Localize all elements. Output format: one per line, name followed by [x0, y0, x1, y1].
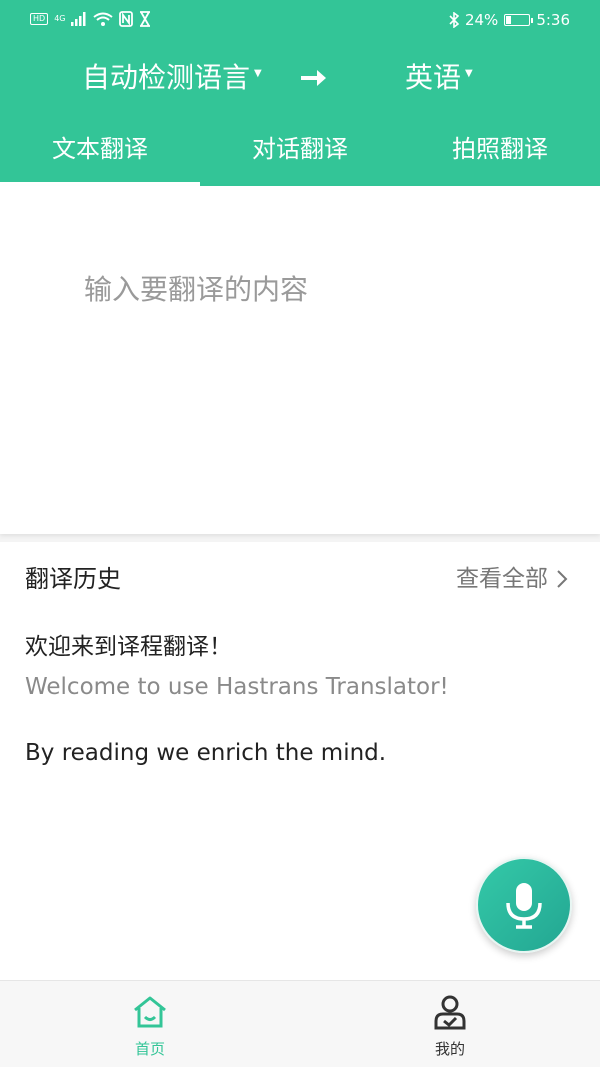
battery-percent: 24% — [464, 11, 499, 29]
nav-home[interactable]: 首页 — [0, 981, 300, 1067]
history-item-source: 欢迎来到译程翻译！ — [25, 634, 232, 660]
header: 自动检测语言 ▼ 英语 ▼ 文本翻译 对话翻译 拍照翻译 — [0, 42, 600, 186]
tab-text-translation[interactable]: 文本翻译 — [0, 128, 200, 186]
translation-input-panel — [0, 186, 600, 534]
battery-icon — [504, 14, 534, 26]
nfc-icon — [119, 11, 134, 27]
history-item[interactable]: By reading we enrich the mind. — [25, 736, 386, 770]
target-language-label: 英语 — [405, 61, 462, 94]
nav-mine[interactable]: 我的 — [300, 981, 600, 1067]
bluetooth-icon — [449, 12, 459, 28]
status-bar: HD 4G 24% 5:36 — [0, 0, 600, 42]
history-title: 翻译历史 — [25, 565, 121, 593]
user-icon — [434, 995, 466, 1030]
language-selector: 自动检测语言 ▼ 英语 ▼ — [0, 58, 600, 98]
target-language-dropdown[interactable]: 英语 ▼ — [405, 58, 473, 98]
voice-input-button[interactable] — [476, 857, 572, 953]
wifi-icon — [93, 12, 114, 26]
mode-tabs: 文本翻译 对话翻译 拍照翻译 — [0, 128, 600, 186]
tab-photo-translation[interactable]: 拍照翻译 — [400, 128, 600, 186]
view-all-link[interactable]: 查看全部 — [456, 562, 568, 596]
status-left: HD 4G — [30, 11, 151, 27]
history-item-source: By reading we enrich the mind. — [25, 740, 387, 766]
history-header: 翻译历史 查看全部 — [25, 562, 568, 596]
hourglass-icon — [140, 11, 151, 27]
nav-home-label: 首页 — [134, 1040, 165, 1058]
source-language-label: 自动检测语言 — [82, 61, 251, 94]
battery-fill — [506, 16, 512, 24]
network-type: 4G — [54, 14, 66, 23]
source-language-dropdown[interactable]: 自动检测语言 ▼ — [82, 58, 262, 98]
hd-badge: HD — [30, 13, 49, 25]
caret-down-icon: ▼ — [254, 68, 262, 79]
status-time: 5:36 — [536, 11, 570, 29]
nav-mine-label: 我的 — [434, 1040, 465, 1058]
caret-down-icon: ▼ — [465, 68, 473, 79]
signal-icon — [71, 12, 86, 26]
arrow-right-icon[interactable] — [298, 62, 330, 94]
history-item-translation: Welcome to use Hastrans Translator! — [25, 674, 449, 700]
status-right: 24% 5:36 — [449, 11, 570, 29]
translation-input[interactable] — [82, 266, 566, 510]
view-all-label: 查看全部 — [456, 566, 548, 592]
chevron-right-icon — [557, 570, 568, 588]
history-item[interactable]: 欢迎来到译程翻译！ Welcome to use Hastrans Transl… — [25, 630, 449, 704]
microphone-icon — [506, 883, 542, 929]
tab-dialog-translation[interactable]: 对话翻译 — [200, 128, 400, 186]
home-icon — [134, 996, 166, 1028]
bottom-navigation: 首页 我的 — [0, 980, 600, 1067]
